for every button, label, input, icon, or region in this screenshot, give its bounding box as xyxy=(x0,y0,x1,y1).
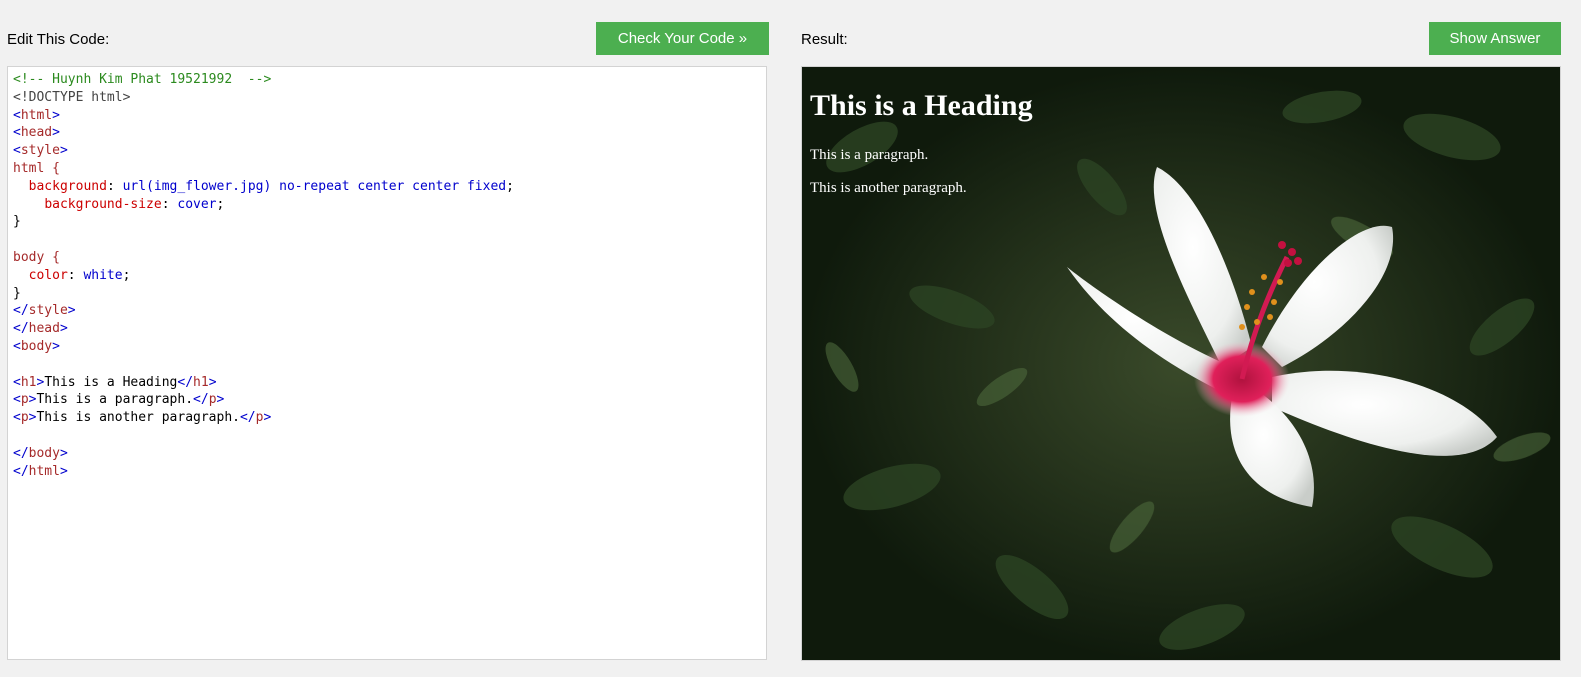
code-token: html xyxy=(28,463,60,479)
code-line: html { xyxy=(13,160,761,178)
code-token: </ xyxy=(13,463,29,479)
code-line: background: url(img_flower.jpg) no-repea… xyxy=(13,178,761,196)
code-token: > xyxy=(208,374,217,390)
code-line: <p>This is a paragraph.</p> xyxy=(13,391,761,409)
code-line: <body> xyxy=(13,338,761,356)
code-token: background-size xyxy=(44,196,162,212)
code-token: <!-- Huynh Kim Phat 19521992 --> xyxy=(13,72,272,87)
code-token: < xyxy=(13,374,21,390)
code-token: </ xyxy=(239,410,256,426)
code-line: } xyxy=(13,213,761,231)
code-line: <h1>This is a Heading</h1> xyxy=(13,374,761,392)
result-label: Result: xyxy=(801,31,848,48)
code-line: color: white; xyxy=(13,267,761,285)
code-line: <!DOCTYPE html> xyxy=(13,89,761,107)
code-token: > xyxy=(67,303,76,319)
code-token: html xyxy=(20,107,53,123)
code-token: ; xyxy=(216,196,225,212)
code-line: <style> xyxy=(13,142,761,160)
code-token: < xyxy=(13,410,21,426)
code-token: < xyxy=(13,107,21,123)
code-line: </style> xyxy=(13,302,761,320)
code-line: </html> xyxy=(13,463,761,481)
code-token: p xyxy=(20,392,29,408)
code-token: cover xyxy=(177,196,217,212)
code-token: < xyxy=(13,125,21,141)
code-token: </ xyxy=(177,374,194,390)
code-token: </ xyxy=(13,303,29,319)
code-token: html { xyxy=(13,160,60,176)
check-your-code-button[interactable]: Check Your Code » xyxy=(596,22,769,55)
code-line: <!-- Huynh Kim Phat 19521992 --> xyxy=(13,71,761,89)
code-token: This is a paragraph. xyxy=(36,392,194,408)
result-content: This is a Heading This is a paragraph. T… xyxy=(810,67,1033,196)
code-token: style xyxy=(28,303,68,319)
code-token: background xyxy=(28,178,107,194)
edit-code-label: Edit This Code: xyxy=(7,31,110,48)
code-line: body { xyxy=(13,249,761,267)
code-line: <p>This is another paragraph.</p> xyxy=(13,409,761,427)
code-token: This is a Heading xyxy=(44,374,178,390)
result-paragraph-1: This is a paragraph. xyxy=(810,147,929,163)
code-token: > xyxy=(52,107,60,123)
result-heading: This is a Heading xyxy=(810,89,1033,122)
code-token: </ xyxy=(13,445,29,461)
code-token: > xyxy=(59,463,68,479)
code-token: color xyxy=(28,267,68,283)
code-token: > xyxy=(59,445,68,461)
code-token: </ xyxy=(13,321,29,337)
code-token: h1 xyxy=(193,374,209,390)
code-token: > xyxy=(59,143,68,159)
code-token: : xyxy=(67,267,84,283)
code-token: } xyxy=(13,285,21,301)
code-token: : xyxy=(161,196,178,212)
code-token: > xyxy=(263,410,272,426)
show-answer-button[interactable]: Show Answer xyxy=(1429,22,1561,55)
code-token: head xyxy=(20,125,53,141)
code-token: body xyxy=(28,445,60,461)
code-line: <html> xyxy=(13,107,761,125)
code-token: style xyxy=(20,143,60,159)
code-line: </head> xyxy=(13,320,761,338)
code-token: > xyxy=(52,338,60,354)
code-token: h1 xyxy=(20,374,37,390)
code-token: < xyxy=(13,143,21,159)
code-token: </ xyxy=(193,392,209,408)
code-token: ; xyxy=(122,267,131,283)
code-token: > xyxy=(52,125,60,141)
code-token: <!DOCTYPE html> xyxy=(13,89,131,105)
code-line: } xyxy=(13,285,761,303)
code-token: head xyxy=(28,321,60,337)
code-token: > xyxy=(216,392,225,408)
code-token: This is another paragraph. xyxy=(36,410,240,426)
code-token: body { xyxy=(13,249,60,265)
code-editor[interactable]: <!-- Huynh Kim Phat 19521992 --> <!DOCTYP… xyxy=(7,66,767,660)
code-token: } xyxy=(13,214,21,230)
code-token: body xyxy=(20,338,53,354)
result-paragraph-2: This is another paragraph. xyxy=(810,180,967,196)
code-line: </body> xyxy=(13,445,761,463)
code-line: background-size: cover; xyxy=(13,196,761,214)
code-token: < xyxy=(13,392,21,408)
code-token: ; xyxy=(506,178,514,194)
code-token: : xyxy=(106,178,123,194)
code-token: > xyxy=(59,321,68,337)
code-token: p xyxy=(208,392,217,408)
code-token: white xyxy=(83,267,123,283)
code-token: url(img_flower.jpg) no-repeat center cen… xyxy=(122,178,507,194)
code-token: p xyxy=(20,410,29,426)
code-line: <head> xyxy=(13,124,761,142)
code-token: < xyxy=(13,338,21,354)
result-frame: This is a Heading This is a paragraph. T… xyxy=(801,66,1561,661)
